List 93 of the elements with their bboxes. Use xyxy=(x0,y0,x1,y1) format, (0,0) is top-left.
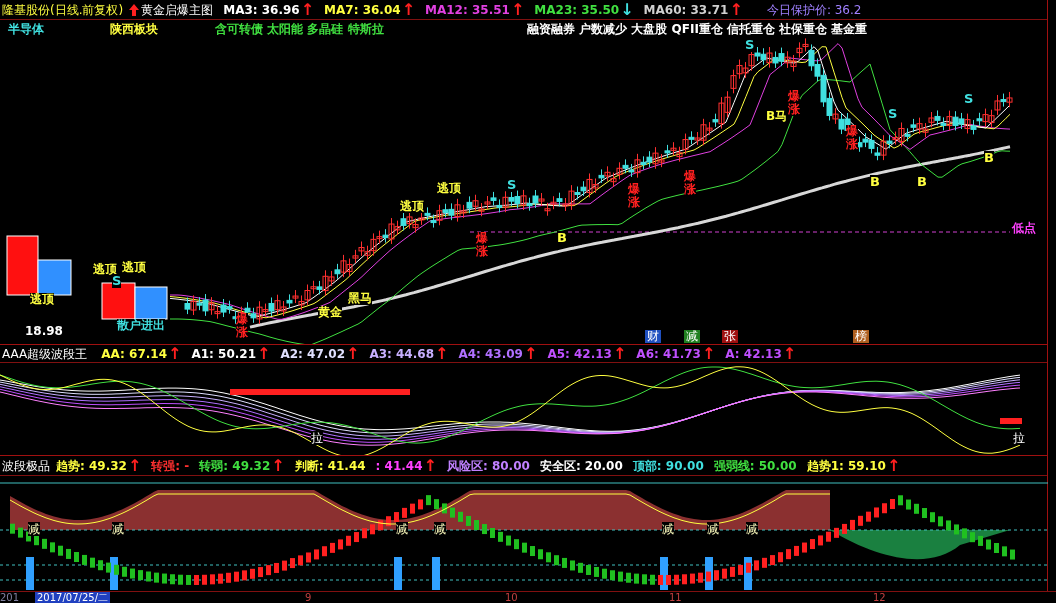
date-cursor: 2017/07/25/二 xyxy=(35,592,110,603)
signal-label: 爆涨 xyxy=(846,125,858,152)
indicator-value: : 41.44 xyxy=(375,457,423,475)
signal-label: S xyxy=(112,274,122,289)
signal-label: 减 xyxy=(662,522,674,536)
concept-tag: 陕西板块 xyxy=(110,20,158,38)
trend-arrow: ↑ xyxy=(346,345,360,362)
signal-bar xyxy=(432,557,440,590)
signal-label: 逃顶 xyxy=(93,263,117,277)
trend-arrow: ↑ xyxy=(168,345,182,362)
trend-arrow: ↑ xyxy=(612,345,627,362)
indicator-value: A1: 50.21 xyxy=(191,345,256,363)
indicator-value: A5: 42.13 xyxy=(547,345,612,363)
signal-label: 逃顶 xyxy=(30,293,54,307)
indicator-bar xyxy=(134,286,168,320)
indicator-value: 趋势: 49.32 xyxy=(56,457,127,475)
signal-label: 减 xyxy=(396,522,408,536)
event-tag: 减 xyxy=(684,330,700,343)
signal-label: B马 xyxy=(766,110,788,124)
signal-label: 低点 xyxy=(1012,222,1036,236)
trend-arrow: ↑ xyxy=(127,457,142,474)
signal-label: S xyxy=(745,38,755,53)
signal-bar xyxy=(26,557,34,590)
axis-label: 9 xyxy=(305,592,312,603)
indicator-value: A: 42.13 xyxy=(725,345,782,363)
indicator-value: 安全区: 20.00 xyxy=(539,457,623,475)
indicator-value: MA60: 33.71 xyxy=(643,1,729,19)
trend-arrow: ↑ xyxy=(300,1,315,18)
indicator-value: MA23: 35.50 xyxy=(534,1,620,19)
trend-arrow: ↑ xyxy=(887,457,901,474)
indicator-value: A4: 43.09 xyxy=(458,345,523,363)
indicator-value: MA3: 36.96 xyxy=(223,1,300,19)
axis-label: 10 xyxy=(505,592,518,603)
indicator-value: 顶部: 90.00 xyxy=(632,457,704,475)
stock-title: 隆基股份(日线.前复权) xyxy=(2,1,124,19)
event-tag: 财 xyxy=(645,330,661,343)
signal-label: 爆涨 xyxy=(476,232,488,259)
signal-label: 爆涨 xyxy=(684,170,696,197)
indicator-value: MA12: 35.51 xyxy=(425,1,510,19)
signal-label: 散户进出 xyxy=(117,319,165,333)
signal-label: S xyxy=(507,178,517,193)
trend-arrow: ↑ xyxy=(729,1,743,18)
indicator-value: 判断: 41.44 xyxy=(294,457,366,475)
signal-label: 减 xyxy=(112,522,124,536)
signal-label: 爆涨 xyxy=(236,313,248,340)
trend-arrow: ↑ xyxy=(435,345,449,362)
panel-title: AAA超级波段王 xyxy=(2,345,88,363)
signal-label: 逃顶 xyxy=(437,182,461,196)
concept-tag: 含可转债 太阳能 多晶硅 特斯拉 xyxy=(215,20,384,38)
trend-arrow: ↑ xyxy=(423,457,437,474)
indicator-value: 趋势1: 59.10 xyxy=(806,457,886,475)
signal-label: 减 xyxy=(28,522,40,536)
indicator-value: 转强: - xyxy=(151,457,190,475)
up-arrow-icon xyxy=(129,3,140,16)
signal-label: 爆涨 xyxy=(788,90,800,117)
signal-bar xyxy=(1000,418,1022,424)
trend-arrow: ↓ xyxy=(620,1,634,18)
signal-label: 减 xyxy=(707,522,719,536)
signal-label: 减 xyxy=(746,522,758,536)
trend-arrow: ↑ xyxy=(782,345,797,362)
trend-arrow: ↑ xyxy=(510,1,525,18)
indicator-value: MA7: 36.04 xyxy=(324,1,401,19)
indicator-value: A6: 41.73 xyxy=(636,345,701,363)
axis-label: 201 xyxy=(0,592,20,603)
axis-label: 11 xyxy=(669,592,682,603)
panel-title: 波段极品 xyxy=(2,457,50,475)
trend-arrow: ↑ xyxy=(701,345,716,362)
trend-arrow: ↑ xyxy=(271,457,285,474)
protect-price: 今日保护价: 36.2 xyxy=(766,1,862,19)
indicator-name: 黄金启爆主图 xyxy=(141,1,214,19)
indicator-value: A3: 44.68 xyxy=(369,345,434,363)
signal-label: 逃顶 xyxy=(400,200,424,214)
signal-label: 黄金 xyxy=(318,306,342,320)
indicator-value: 风险区: 80.00 xyxy=(446,457,530,475)
signal-label: 拉 xyxy=(311,431,323,445)
indicator-value: 强弱线: 50.00 xyxy=(713,457,797,475)
event-tag: 张 xyxy=(722,330,738,343)
indicator-value: AA: 67.14 xyxy=(101,345,168,363)
signal-label: 拉 xyxy=(1013,431,1025,445)
event-tag: 榜 xyxy=(853,330,869,343)
axis-label: 12 xyxy=(873,592,886,603)
signal-label: 爆涨 xyxy=(628,183,640,210)
concept-tag: 融资融券 户数减少 大盘股 QFII重仓 信托重仓 社保重仓 基金重 xyxy=(527,20,868,38)
concept-tag: 半导体 xyxy=(8,20,44,38)
indicator-value: A2: 47.02 xyxy=(280,345,345,363)
signal-label: 黑马 xyxy=(348,292,372,306)
signal-label: 减 xyxy=(434,522,446,536)
indicator-value: 转弱: 49.32 xyxy=(199,457,271,475)
signal-bar xyxy=(394,557,402,590)
signal-label: 逃顶 xyxy=(122,261,146,275)
trend-arrow: ↑ xyxy=(257,345,271,362)
trend-arrow: ↑ xyxy=(401,1,416,18)
trend-arrow: ↑ xyxy=(523,345,538,362)
